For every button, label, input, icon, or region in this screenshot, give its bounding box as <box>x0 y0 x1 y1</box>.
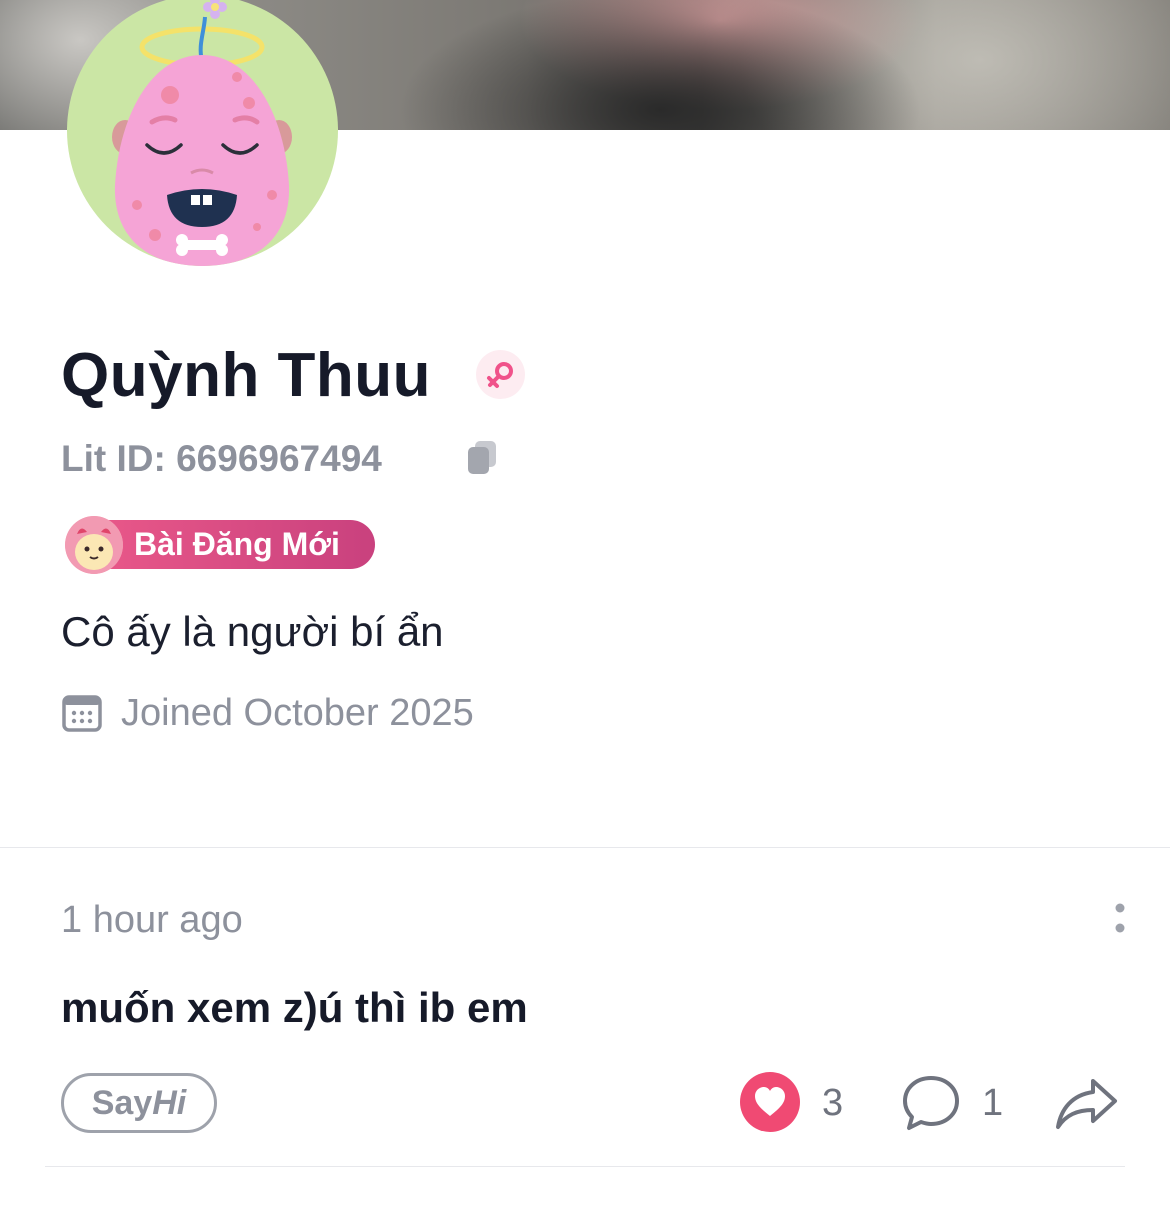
badge-avatar <box>65 516 123 574</box>
post-content: muốn xem z)ú thì ib em <box>61 984 528 1031</box>
female-icon <box>476 350 525 399</box>
profile-bio: Cô ấy là người bí ẩn <box>61 608 444 655</box>
comment-button[interactable] <box>900 1073 962 1133</box>
lit-id: Lit ID: 6696967494 <box>61 438 382 479</box>
like-button[interactable] <box>739 1071 801 1133</box>
section-divider <box>0 847 1170 848</box>
calendar-icon <box>62 693 102 733</box>
heart-icon <box>740 1072 800 1132</box>
comment-count: 1 <box>982 1082 1004 1124</box>
copy-icon[interactable] <box>466 440 498 476</box>
new-post-badge[interactable]: Bài Đăng Mới <box>65 516 375 574</box>
profile-avatar[interactable] <box>67 0 338 266</box>
sayhi-hi: Hi <box>152 1084 187 1122</box>
new-post-badge-label: Bài Đăng Mới <box>134 526 340 562</box>
post-divider <box>45 1166 1125 1167</box>
monster-avatar-illustration <box>112 0 292 266</box>
sayhi-say: Say <box>91 1084 153 1122</box>
more-options-icon[interactable] <box>1100 900 1140 940</box>
share-button[interactable] <box>1053 1073 1119 1133</box>
like-count: 3 <box>822 1082 844 1124</box>
comment-icon <box>903 1076 959 1130</box>
profile-name: Quỳnh Thuu <box>61 341 432 410</box>
joined-date: Joined October 2025 <box>121 692 474 734</box>
post-timestamp: 1 hour ago <box>61 899 243 941</box>
share-icon <box>1056 1079 1117 1129</box>
sayhi-button[interactable]: SayHi <box>61 1073 217 1133</box>
